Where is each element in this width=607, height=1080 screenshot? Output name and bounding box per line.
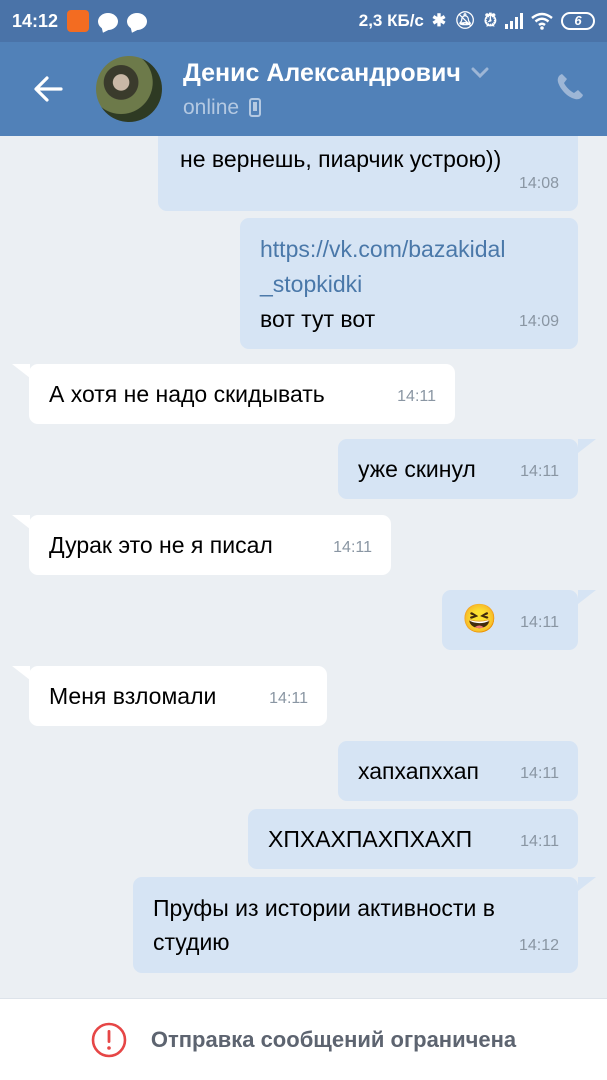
message-text: Меня взломали: [49, 683, 217, 709]
incoming-message[interactable]: А хотя не надо скидывать 14:11: [29, 364, 455, 424]
message-time: 14:11: [520, 833, 559, 850]
online-status: online: [183, 95, 240, 119]
app-notification-icon: [67, 10, 90, 32]
bubble-tail: [12, 515, 30, 529]
message-list[interactable]: не вернешь, пиарчик устрою)) 14:08 https…: [0, 136, 607, 998]
battery-icon: 6: [561, 12, 595, 30]
bubble-tail: [578, 439, 596, 453]
message-time: 14:09: [518, 313, 559, 330]
message-link[interactable]: _stopkidki: [260, 267, 570, 302]
incoming-message[interactable]: Меня взломали 14:11: [29, 666, 327, 726]
message-text: не вернешь, пиарчик устрою)): [180, 146, 502, 172]
bubble-tail: [578, 590, 596, 604]
signal-icon: [505, 13, 523, 29]
restriction-notice: Отправка сообщений ограничена: [150, 1026, 517, 1052]
message-time: 14:08: [518, 175, 559, 192]
chat-bubble-icon: [98, 12, 119, 30]
status-bar: 14:12 2,3 КБ/с ✱ 🔕︎ ⏰︎ 6: [0, 0, 607, 42]
chevron-down-icon: [471, 67, 489, 79]
message-time: 14:12: [518, 937, 559, 954]
message-text: А хотя не надо скидывать: [49, 381, 325, 407]
mobile-icon: [249, 98, 262, 117]
message-text: ХПХАХПАХПХАХП: [268, 826, 473, 852]
outgoing-message[interactable]: уже скинул 14:11: [338, 439, 578, 499]
incoming-message[interactable]: Дурак это не я писал 14:11: [29, 515, 391, 575]
message-time: 14:11: [520, 463, 559, 480]
chat-header: Денис Александрович online: [0, 42, 607, 136]
message-time: 14:11: [269, 690, 308, 707]
outgoing-message[interactable]: Пруфы из истории активности в студию 14:…: [133, 877, 578, 973]
outgoing-message[interactable]: 😆 14:11: [442, 590, 578, 650]
outgoing-message[interactable]: хапхапххап 14:11: [338, 741, 578, 801]
phone-icon: [557, 74, 583, 100]
arrow-left-icon: [34, 76, 63, 102]
message-text: уже скинул: [358, 456, 476, 482]
call-button[interactable]: [555, 72, 585, 107]
chat-bubble-icon: [127, 12, 148, 30]
outgoing-message[interactable]: не вернешь, пиарчик устрою)) 14:08: [158, 136, 578, 211]
avatar[interactable]: [96, 56, 162, 122]
messaging-restricted-banner: Отправка сообщений ограничена: [0, 998, 607, 1080]
bubble-tail: [578, 877, 596, 891]
alarm-icon: ⏰︎: [483, 11, 497, 30]
message-time: 14:11: [333, 539, 372, 556]
bubble-tail: [12, 666, 30, 680]
emoji-grinning-squinting-icon: 😆: [462, 603, 497, 634]
message-text: Пруфы из истории активности в: [153, 895, 495, 921]
outgoing-message[interactable]: ХПХАХПАХПХАХП 14:11: [248, 809, 578, 869]
mute-icon: 🔕︎: [454, 11, 476, 30]
wifi-icon: [531, 12, 553, 30]
bubble-tail: [12, 364, 30, 378]
status-time: 14:12: [12, 10, 59, 31]
message-text: хапхапххап: [358, 758, 479, 784]
message-link[interactable]: https://vk.com/bazakidal: [260, 232, 570, 267]
message-text: Дурак это не я писал: [49, 532, 273, 558]
contact-info[interactable]: Денис Александрович online: [183, 59, 489, 120]
message-time: 14:11: [520, 614, 559, 631]
contact-name: Денис Александрович: [183, 58, 461, 87]
alert-circle-icon: [91, 1022, 127, 1057]
bluetooth-icon: ✱: [431, 11, 447, 30]
message-time: 14:11: [397, 388, 436, 405]
outgoing-message[interactable]: https://vk.com/bazakidal _stopkidki вот …: [240, 218, 578, 349]
message-text: студию: [153, 929, 230, 955]
message-time: 14:11: [520, 765, 559, 782]
network-speed: 2,3 КБ/с: [358, 11, 424, 30]
back-button[interactable]: [0, 42, 96, 136]
